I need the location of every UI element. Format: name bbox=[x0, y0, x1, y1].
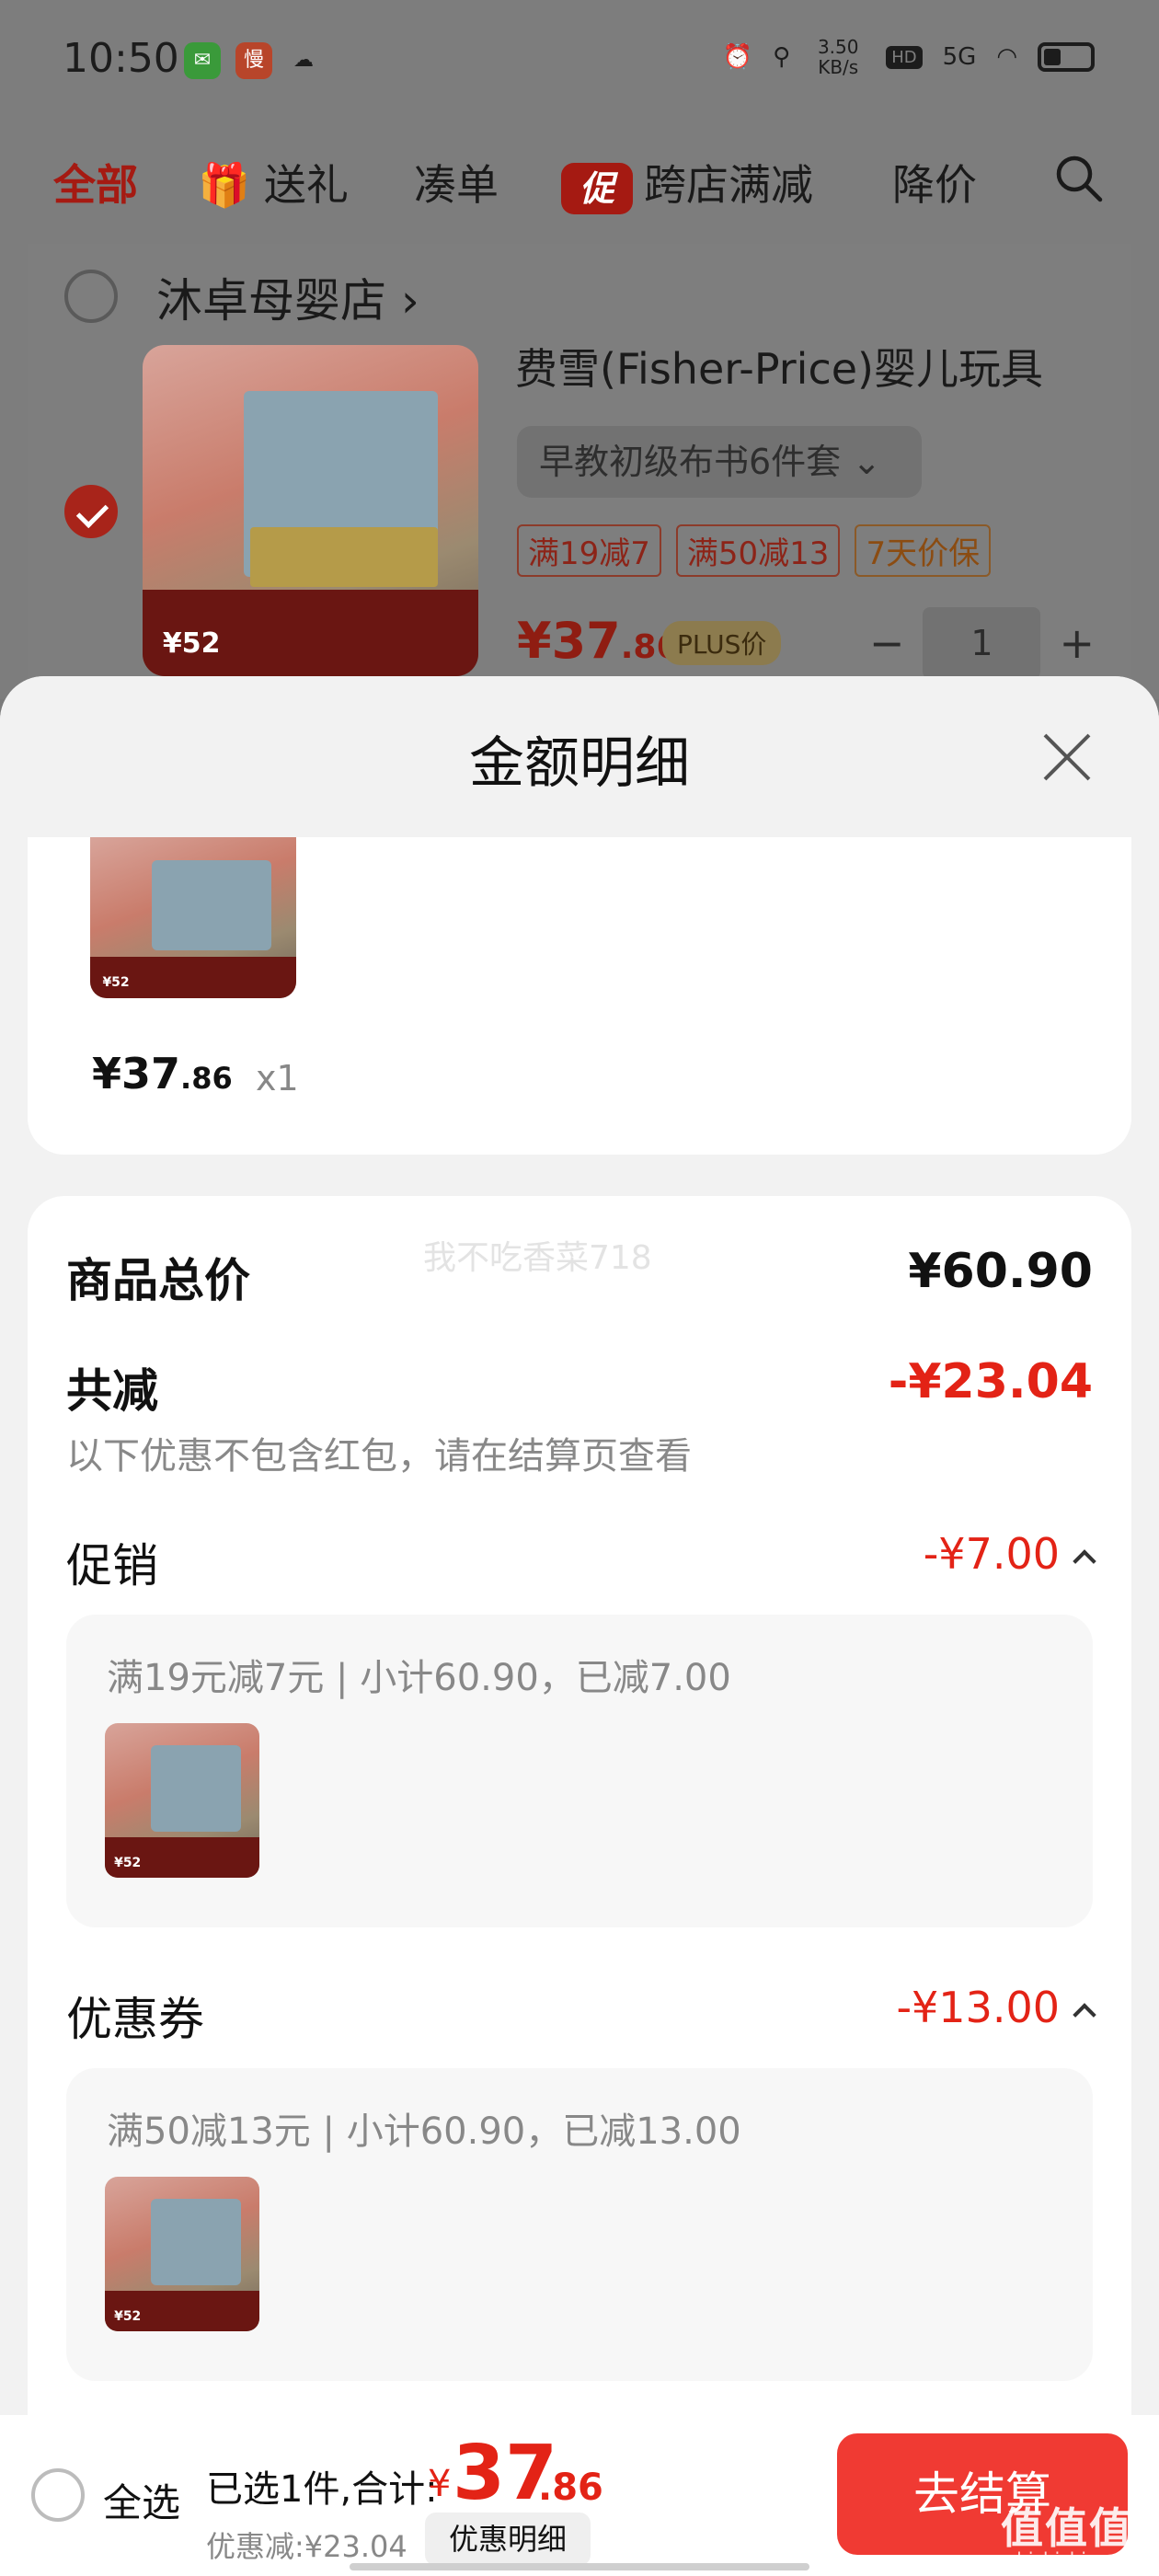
chevron-up-icon bbox=[1073, 2002, 1096, 2027]
product-title[interactable]: 费雪(Fisher-Price)婴儿玩具 bbox=[515, 336, 1043, 397]
promo-item-thumbnail: ¥52 bbox=[105, 1723, 259, 1878]
tab-cross-store[interactable]: 促跨店满减 bbox=[561, 152, 813, 214]
promo-tag: 满19减7 bbox=[517, 524, 661, 577]
chevron-up-icon bbox=[1073, 1548, 1096, 1573]
status-time: 10:50 bbox=[63, 35, 179, 82]
item-quantity: x1 bbox=[256, 1058, 299, 1098]
tab-gift[interactable]: 🎁 送礼 bbox=[198, 152, 349, 213]
item-thumbnail: ¥52 bbox=[90, 837, 296, 998]
status-right-icons: ⏰ ⚲ 3.50 KB/s HD 5G ◠ bbox=[723, 37, 1095, 77]
reduction-note: 以下优惠不包含红包，请在结算页查看 bbox=[66, 1435, 692, 1478]
quantity-stepper: − 1 + bbox=[869, 607, 1095, 679]
promo-detail-box: 满19元减7元 | 小计60.90，已减7.00 ¥52 bbox=[66, 1615, 1093, 1927]
total-currency: ¥ bbox=[428, 2463, 452, 2505]
increment-button[interactable]: + bbox=[1059, 618, 1095, 668]
shop-select-radio[interactable] bbox=[64, 270, 118, 323]
dimmed-cart-background: 10:50 ✉ 慢 ☁ ⏰ ⚲ 3.50 KB/s HD 5G ◠ 全部 🎁 送… bbox=[0, 0, 1159, 704]
hd-icon: HD bbox=[886, 45, 923, 69]
select-all-label[interactable]: 全选 bbox=[103, 2472, 180, 2528]
corner-logo-sub: zhizhizhi.com bbox=[1006, 2548, 1131, 2570]
signal-icon: 5G bbox=[942, 43, 977, 71]
discount-text: 优惠减:¥23.04 bbox=[206, 2529, 407, 2564]
coupon-value: -¥13.00 bbox=[896, 1983, 1060, 2032]
wechat-icon: ✉ bbox=[184, 42, 221, 79]
plus-price-badge: PLUS价 bbox=[662, 621, 782, 665]
promo-toggle[interactable]: -¥7.00 bbox=[923, 1529, 1096, 1579]
promo-tags: 满19减7 满50减13 7天价保 bbox=[517, 524, 992, 577]
goods-total-label: 商品总价 bbox=[66, 1254, 250, 1307]
shop-name[interactable]: 沐卓母婴店 › bbox=[156, 264, 419, 330]
item-select-radio[interactable] bbox=[64, 485, 118, 538]
promo-detail-text: 满19元减7元 | 小计60.90，已减7.00 bbox=[107, 1657, 731, 1699]
reduction-value: -¥23.04 bbox=[888, 1354, 1093, 1409]
selected-count-text: 已选1件,合计: bbox=[206, 2468, 438, 2511]
wifi-icon: ◠ bbox=[996, 43, 1017, 71]
corner-logo: 值值值 bbox=[1001, 2503, 1133, 2553]
tab-price-drop[interactable]: 降价 bbox=[892, 152, 980, 213]
select-all-radio[interactable] bbox=[31, 2468, 85, 2522]
gift-icon: 🎁 bbox=[198, 160, 251, 210]
coupon-toggle[interactable]: -¥13.00 bbox=[896, 1983, 1096, 2032]
sheet-title: 金额明细 bbox=[469, 731, 690, 796]
cart-item-price: ¥37.86 bbox=[517, 612, 680, 670]
product-image[interactable]: ¥52 bbox=[143, 345, 478, 676]
status-bar: 10:50 ✉ 慢 ☁ ⏰ ⚲ 3.50 KB/s HD 5G ◠ bbox=[0, 0, 1159, 120]
network-speed: 3.50 KB/s bbox=[817, 36, 859, 78]
slow-app-icon: 慢 bbox=[235, 42, 272, 79]
sheet-header: 金额明细 bbox=[0, 676, 1159, 837]
price-protect-tag: 7天价保 bbox=[855, 524, 992, 577]
coupon-label: 优惠券 bbox=[66, 1993, 204, 2046]
watermark: 我不吃香菜718 bbox=[423, 1239, 652, 1277]
chat-icon: ☁ bbox=[293, 49, 314, 72]
close-icon[interactable] bbox=[1039, 730, 1095, 785]
goods-total-value: ¥60.90 bbox=[908, 1244, 1093, 1299]
sku-selector[interactable]: 早教初级布书6件套 ⌄ bbox=[517, 426, 922, 498]
coupon-item-thumbnail: ¥52 bbox=[105, 2177, 259, 2331]
tab-all[interactable]: 全部 bbox=[53, 152, 138, 213]
search-icon[interactable] bbox=[1054, 154, 1104, 203]
reduction-label: 共减 bbox=[66, 1364, 158, 1418]
promo-value: -¥7.00 bbox=[923, 1529, 1060, 1579]
item-card: ¥52 ¥37.86 x1 bbox=[28, 837, 1131, 1155]
home-indicator[interactable] bbox=[350, 2563, 809, 2570]
location-icon: ⚲ bbox=[773, 43, 791, 71]
coupon-detail-box: 满50减13元 | 小计60.90，已减13.00 ¥52 bbox=[66, 2068, 1093, 2381]
quantity-value[interactable]: 1 bbox=[923, 607, 1041, 679]
decrement-button[interactable]: − bbox=[869, 618, 905, 668]
tab-bundle[interactable]: 凑单 bbox=[414, 152, 499, 213]
cart-tabs: 全部 🎁 送礼 凑单 促跨店满减 降价 bbox=[0, 143, 1159, 216]
promo-tag: 满50减13 bbox=[675, 524, 841, 577]
total-decimal: .86 bbox=[538, 2467, 603, 2509]
promo-badge: 促 bbox=[561, 162, 633, 214]
tab-gift-label: 送礼 bbox=[263, 160, 349, 210]
price-summary-card: 我不吃香菜718 商品总价 ¥60.90 共减 -¥23.04 以下优惠不包含红… bbox=[28, 1196, 1131, 2415]
amount-detail-sheet: 金额明细 ¥52 ¥37.86 x1 我不吃香菜718 商品总价 ¥60.90 … bbox=[0, 676, 1159, 2415]
tab-cross-store-label: 跨店满减 bbox=[644, 160, 813, 210]
discount-detail-button[interactable]: 优惠明细 bbox=[425, 2513, 591, 2566]
battery-icon bbox=[1038, 42, 1095, 72]
item-price: ¥37.86 bbox=[92, 1049, 233, 1098]
alarm-icon: ⏰ bbox=[722, 43, 753, 71]
shop-card: 沐卓母婴店 › ¥52 费雪(Fisher-Price)婴儿玩具 早教初级布书6… bbox=[28, 244, 1131, 704]
checkout-bar: 全选 已选1件,合计: ¥ 37 .86 优惠减:¥23.04 优惠明细 去结算 bbox=[0, 2415, 1159, 2576]
coupon-detail-text: 满50减13元 | 小计60.90，已减13.00 bbox=[107, 2110, 741, 2153]
promo-label: 促销 bbox=[66, 1539, 158, 1593]
